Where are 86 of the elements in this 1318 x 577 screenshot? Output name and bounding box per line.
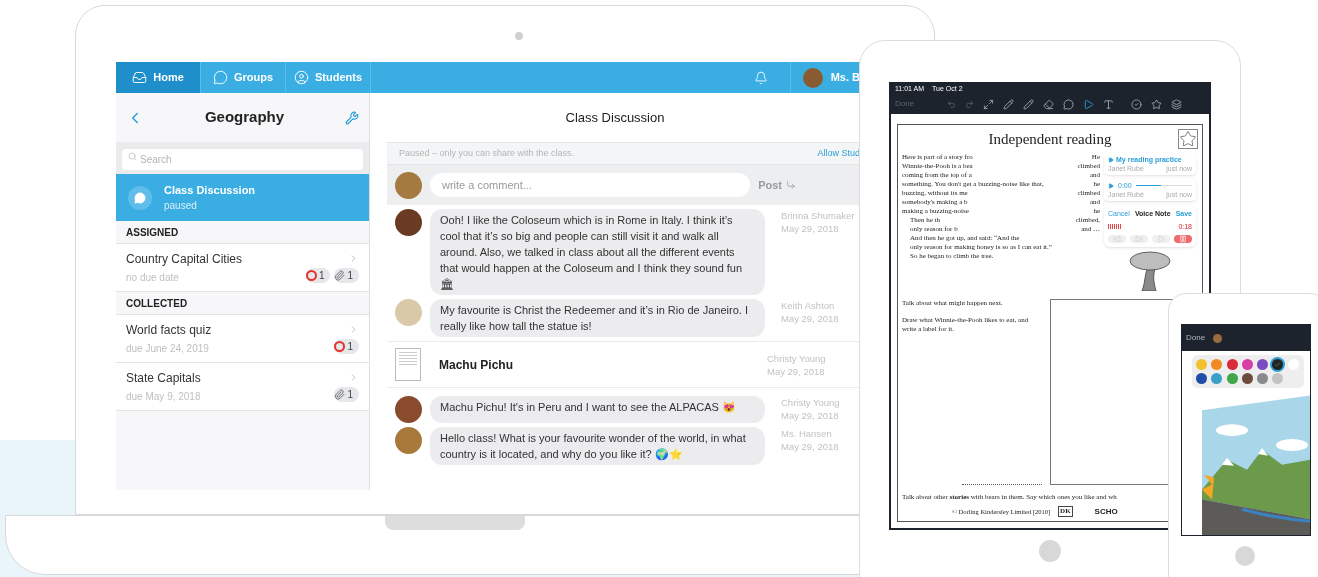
- badge-count: 1: [347, 268, 353, 283]
- layers-icon[interactable]: [1171, 98, 1183, 110]
- ring-icon: [334, 340, 346, 352]
- post-author: Christy Young: [767, 351, 826, 365]
- assignment-title: State Capitals: [126, 370, 201, 387]
- worksheet-title: Independent reading: [988, 130, 1112, 149]
- chat-icon: [212, 70, 228, 85]
- due-date: no due date: [126, 271, 180, 285]
- badge-count: 1: [347, 387, 353, 402]
- message-bubble: Hello class! What is your favourite wonder of the world, in what country is it located, and why do you like it? 🌍⭐: [430, 427, 765, 465]
- play-icon[interactable]: [1083, 98, 1095, 110]
- arrow-icon: [786, 180, 796, 190]
- done-button[interactable]: Done: [1186, 332, 1206, 344]
- badge-count: 1: [347, 339, 353, 354]
- play-icon: [1108, 182, 1114, 189]
- wrench-icon[interactable]: [345, 110, 359, 125]
- sidebar-title: Geography: [204, 107, 285, 128]
- expand-icon[interactable]: [983, 98, 995, 110]
- color-swatch[interactable]: [1241, 359, 1253, 370]
- check-icon[interactable]: [1131, 98, 1143, 110]
- bell-icon[interactable]: [753, 70, 768, 85]
- post-date: May 29, 2018: [781, 222, 840, 235]
- color-swatch[interactable]: [1272, 359, 1284, 370]
- post-author: Ms. Hansen: [781, 427, 833, 440]
- item-title: Class Discussion: [164, 182, 256, 198]
- assignment-row[interactable]: Country Capital Cities no due date 1 1: [116, 244, 369, 292]
- post-date: May 29, 2018: [781, 440, 839, 453]
- star-icon[interactable]: [1151, 98, 1163, 110]
- nav-tab[interactable]: Home: [116, 62, 201, 93]
- color-swatch[interactable]: [1196, 359, 1207, 370]
- color-swatch[interactable]: [1196, 373, 1207, 384]
- ring-icon: [305, 269, 317, 281]
- color-swatch[interactable]: [1211, 373, 1223, 384]
- pencil-icon[interactable]: [1023, 98, 1035, 110]
- chat-icon: [128, 185, 152, 210]
- comment-icon[interactable]: [1063, 98, 1075, 110]
- undo-icon[interactable]: [947, 99, 957, 109]
- search-field[interactable]: Search: [122, 149, 363, 170]
- post-author: Christy Young: [781, 396, 840, 409]
- brand-logo: SCHO: [1094, 507, 1118, 516]
- assignment-title: Country Capital Cities: [126, 251, 243, 268]
- post-button[interactable]: Post: [758, 176, 796, 194]
- camera-icon: [515, 32, 523, 40]
- color-swatch[interactable]: [1211, 359, 1223, 370]
- color-swatch[interactable]: [1241, 373, 1253, 384]
- check-icon: [1274, 361, 1282, 368]
- allow-link[interactable]: Allow Stud: [817, 146, 860, 161]
- paperclip-icon: [334, 388, 346, 400]
- discussion-title: Class Discussion: [565, 108, 665, 127]
- user-icon: [293, 70, 309, 85]
- comment-field[interactable]: write a comment...: [430, 173, 751, 197]
- inbox-icon: [132, 70, 148, 85]
- color-swatch[interactable]: [1226, 373, 1238, 384]
- message-bubble: Machu Pichu! It's in Peru and I want to see the ALPACAS 😻: [430, 396, 765, 423]
- pencil-icon[interactable]: [1003, 98, 1015, 110]
- sidebar-item[interactable]: Class Discussion paused: [116, 174, 369, 221]
- search-icon: [128, 152, 137, 161]
- message-bubble: My favourite is Christ the Redeemer and it’s in Rio de Janeiro. I really like how tall the statue is!: [430, 299, 765, 337]
- assignment-row[interactable]: World facts quiz due June 24, 2019 1: [116, 315, 369, 363]
- item-status: paused: [164, 199, 198, 214]
- post-date: May 29, 2018: [781, 409, 840, 422]
- eraser-icon[interactable]: [1043, 98, 1055, 110]
- post-date: May 29, 2018: [767, 364, 826, 378]
- paperclip-icon: [334, 269, 346, 281]
- color-swatch[interactable]: [1272, 373, 1284, 384]
- post-date: May 29, 2018: [781, 312, 839, 325]
- avatar: [1213, 333, 1223, 343]
- badge-count: 1: [318, 268, 325, 283]
- document-title[interactable]: Machu Pichu: [429, 355, 751, 374]
- avatar: [395, 171, 422, 199]
- post-author: Brinna Shumaker: [781, 209, 855, 222]
- color-swatch[interactable]: [1257, 359, 1269, 370]
- section-heading: COLLECTED: [126, 296, 188, 311]
- star-icon: [1178, 129, 1198, 149]
- assignment-title: World facts quiz: [126, 322, 212, 339]
- play-icon: [1108, 156, 1114, 163]
- color-swatch[interactable]: [1257, 373, 1269, 384]
- color-swatch[interactable]: [1226, 359, 1238, 370]
- section-heading: ASSIGNED: [126, 225, 179, 240]
- pause-button[interactable]: [1174, 235, 1192, 243]
- due-date: due June 24, 2019: [126, 342, 210, 356]
- text-icon[interactable]: [1103, 98, 1115, 110]
- message-bubble: Ooh! I like the Coloseum which is in Rome in Italy. I think it’s cool that it’s so big and people can still visit it and walk all around. Also, we talked in class about all the different events that would happen at the Coloseum and I think they sound fun 🏛: [430, 209, 765, 295]
- redo-icon[interactable]: [965, 99, 975, 109]
- document-thumbnail: [395, 348, 421, 381]
- waveform-icon: [1108, 224, 1122, 229]
